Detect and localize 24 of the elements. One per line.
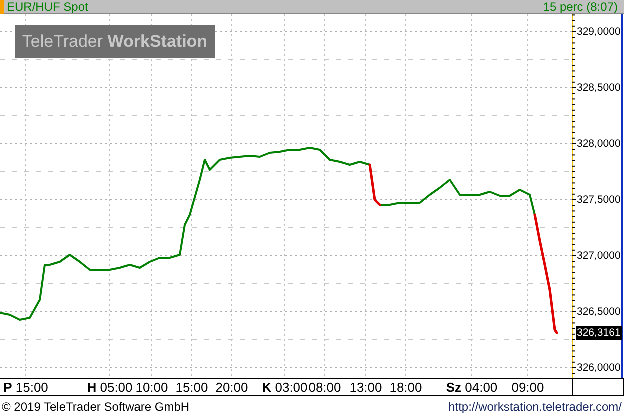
website-link[interactable]: http://workstation.teletrader.com/	[448, 400, 622, 414]
last-price-label: 326,3161	[576, 326, 622, 340]
time-tick-label: K 03:00	[262, 380, 308, 395]
time-tick-label: 09:00	[512, 380, 544, 395]
time-tick-label: 18:00	[390, 380, 422, 395]
time-tick-label: 15:00	[176, 380, 208, 395]
price-tick-label: 327,0000	[577, 250, 621, 262]
copyright-text: © 2019 TeleTrader Software GmbH	[2, 400, 191, 414]
time-tick-label: Sz 04:00	[446, 380, 498, 395]
price-tick-label: 326,0000	[577, 362, 621, 374]
app-logo: TeleTrader WorkStation	[15, 25, 215, 58]
symbol-title: EUR/HUF Spot	[7, 0, 90, 14]
price-tick-label: 329,0000	[577, 26, 621, 38]
time-tick-label: 10:00	[136, 380, 168, 395]
price-tick-label: 328,0000	[577, 138, 621, 150]
delay-label: 15 perc (8:07)	[543, 0, 618, 14]
price-tick-label: 326,5000	[577, 306, 621, 318]
price-tick-label: 328,5000	[577, 82, 621, 94]
time-tick-label: 13:00	[350, 380, 382, 395]
time-tick-label: 08:00	[308, 380, 342, 395]
time-tick-label: 20:00	[216, 380, 248, 395]
time-tick-label: P 15:00	[4, 380, 48, 395]
price-tick-label: 327,5000	[577, 194, 621, 206]
time-tick-label: H 05:00	[87, 380, 133, 395]
